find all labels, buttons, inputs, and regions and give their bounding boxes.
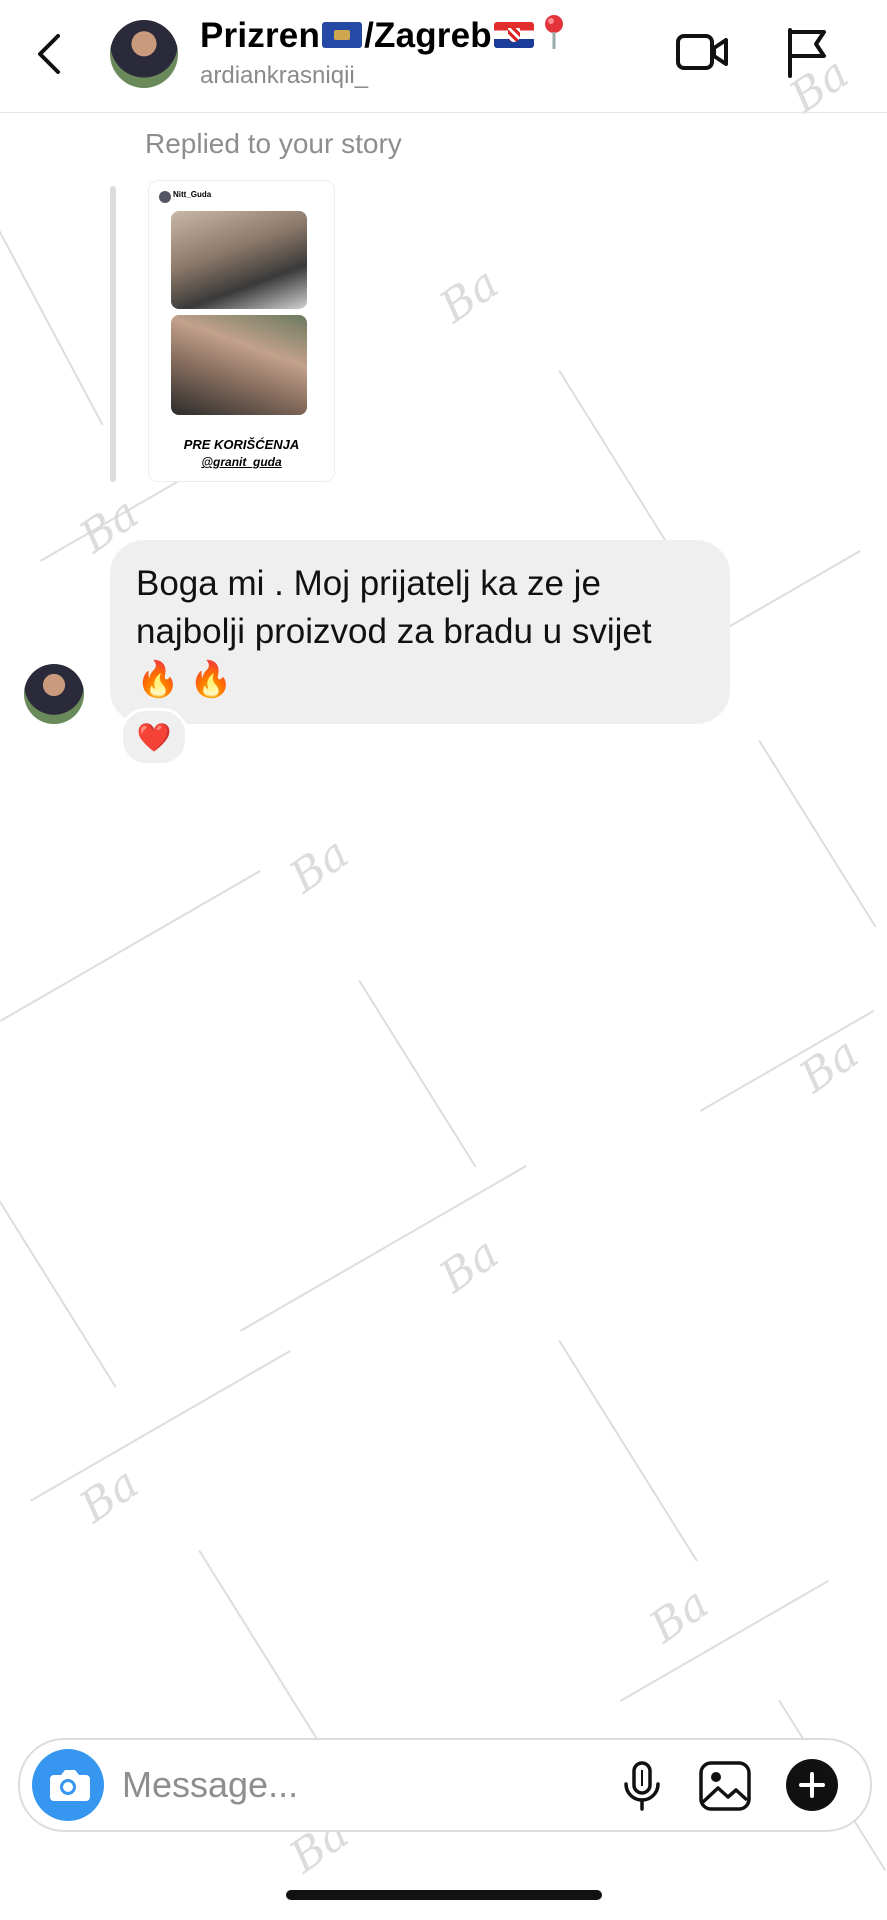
report-button[interactable] xyxy=(782,24,832,85)
more-options-button[interactable] xyxy=(786,1759,838,1811)
contact-avatar[interactable] xyxy=(110,20,178,88)
sender-avatar[interactable] xyxy=(24,664,84,724)
story-caption: PRE KORIŠĆENJA xyxy=(183,437,300,452)
heart-reaction[interactable]: ❤️ xyxy=(120,708,188,766)
story-handle: @granit_guda xyxy=(201,455,282,469)
camera-button[interactable] xyxy=(32,1749,104,1821)
contact-name-part-1: Prizren xyxy=(200,16,321,55)
story-header: Nitt_Guda xyxy=(149,189,334,209)
chat-header: Prizren/Zagreb ardiankrasniqii_ xyxy=(0,0,887,113)
message-body: Boga mi . Moj prijatelj ka ze je najbolj… xyxy=(136,564,652,651)
camera-icon xyxy=(50,1770,90,1801)
replied-to-story-label: Replied to your story xyxy=(145,128,402,159)
message-text: Boga mi . Moj prijatelj ka ze je najbolj… xyxy=(136,560,716,704)
message-emojis: 🔥 🔥 xyxy=(136,660,233,699)
flag-icon xyxy=(788,28,826,78)
watermark-layer: Ba Ba Ba Ba Ba Ba Ba Ba Ba Ba xyxy=(0,0,887,1920)
message-bubble[interactable]: Boga mi . Moj prijatelj ka ze je najbolj… xyxy=(110,540,730,724)
reply-indicator-bar xyxy=(110,186,116,482)
contact-name[interactable]: Prizren/Zagreb xyxy=(200,14,566,56)
contact-username[interactable]: ardiankrasniqii_ xyxy=(200,62,368,90)
message-composer xyxy=(18,1738,872,1832)
story-username: Nitt_Guda xyxy=(173,190,212,199)
plus-icon xyxy=(799,1772,825,1798)
heart-icon: ❤️ xyxy=(136,721,172,753)
gallery-button[interactable] xyxy=(698,1760,752,1817)
croatia-flag-icon xyxy=(493,21,534,48)
message-input[interactable] xyxy=(120,1754,604,1816)
location-pin-icon xyxy=(544,14,563,49)
kosovo-flag-icon xyxy=(322,21,363,48)
gallery-icon xyxy=(699,1761,751,1811)
story-thumbnail[interactable]: Nitt_Guda PRE KORIŠĆENJA @granit_guda xyxy=(148,180,335,482)
contact-name-part-2: /Zagreb xyxy=(364,16,492,55)
story-photo-top xyxy=(171,211,307,309)
video-call-icon xyxy=(676,34,728,70)
story-photo-bottom xyxy=(171,315,307,415)
video-call-button[interactable] xyxy=(674,24,730,85)
back-arrow-icon xyxy=(38,34,60,74)
voice-message-button[interactable] xyxy=(620,1760,664,1817)
microphone-icon xyxy=(624,1761,660,1811)
back-button[interactable] xyxy=(30,26,70,82)
home-indicator[interactable] xyxy=(286,1890,602,1900)
story-avatar xyxy=(159,191,171,203)
